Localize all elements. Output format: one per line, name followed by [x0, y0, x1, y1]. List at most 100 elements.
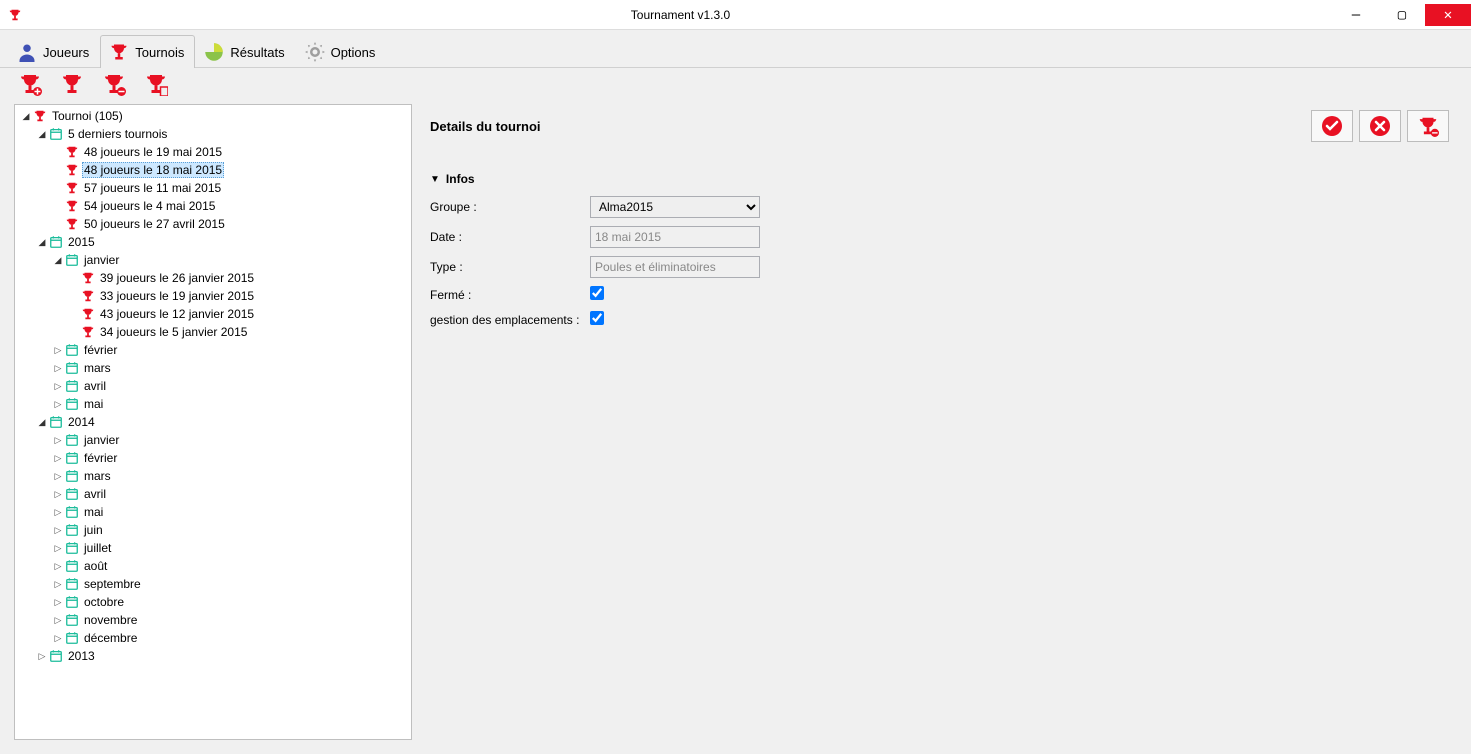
- ferme-checkbox[interactable]: [590, 286, 604, 300]
- tab-resultats[interactable]: Résultats: [195, 35, 295, 68]
- tree-year-2013[interactable]: 2013: [17, 647, 409, 665]
- tree-root[interactable]: Tournoi (105): [17, 107, 409, 125]
- tree-month[interactable]: juin: [17, 521, 409, 539]
- expander-icon[interactable]: [35, 415, 49, 429]
- expander-icon[interactable]: [51, 253, 65, 267]
- expander-icon[interactable]: [51, 505, 65, 519]
- tree-tournament-item[interactable]: 54 joueurs le 4 mai 2015: [17, 197, 409, 215]
- tree-tournament-item[interactable]: 50 joueurs le 27 avril 2015: [17, 215, 409, 233]
- tree-month[interactable]: octobre: [17, 593, 409, 611]
- tree-month[interactable]: mai: [17, 503, 409, 521]
- expander-icon[interactable]: [51, 361, 65, 375]
- expander-icon[interactable]: [51, 523, 65, 537]
- tree-month[interactable]: août: [17, 557, 409, 575]
- tree-month[interactable]: avril: [17, 377, 409, 395]
- minimize-button[interactable]: —: [1333, 4, 1379, 26]
- tree-month-label: février: [82, 451, 119, 465]
- tree-month[interactable]: mars: [17, 359, 409, 377]
- calendar-icon: [65, 379, 79, 393]
- tab-resultats-label: Résultats: [230, 45, 284, 60]
- tree-month[interactable]: février: [17, 341, 409, 359]
- tree-tournament-item[interactable]: 34 joueurs le 5 janvier 2015: [17, 323, 409, 341]
- add-tournament-button[interactable]: [18, 72, 42, 96]
- expander-icon[interactable]: [51, 433, 65, 447]
- details-title: Details du tournoi: [430, 119, 1311, 134]
- tree-year-2014[interactable]: 2014: [17, 413, 409, 431]
- tree-tournament-item[interactable]: 48 joueurs le 18 mai 2015: [17, 161, 409, 179]
- confirm-button[interactable]: [1311, 110, 1353, 142]
- expander-icon[interactable]: [51, 631, 65, 645]
- tab-options[interactable]: Options: [296, 35, 387, 68]
- date-label: Date :: [430, 230, 590, 244]
- tree-year-2015[interactable]: 2015: [17, 233, 409, 251]
- tree-tournament-item[interactable]: 33 joueurs le 19 janvier 2015: [17, 287, 409, 305]
- tree-month[interactable]: janvier: [17, 431, 409, 449]
- tree-year-label: 2013: [66, 649, 97, 663]
- calendar-icon: [65, 541, 79, 555]
- tree-month-label: mars: [82, 469, 113, 483]
- calendar-icon: [49, 415, 63, 429]
- expander-icon[interactable]: [51, 613, 65, 627]
- tree-item-label: 50 joueurs le 27 avril 2015: [82, 217, 227, 231]
- expander-icon[interactable]: [35, 127, 49, 141]
- tree-item-label: 39 joueurs le 26 janvier 2015: [98, 271, 256, 285]
- remove-tournament-button[interactable]: [1407, 110, 1449, 142]
- date-field: [590, 226, 760, 248]
- expander-icon[interactable]: [51, 379, 65, 393]
- tree-month-label: mai: [82, 505, 105, 519]
- groupe-select[interactable]: Alma2015: [590, 196, 760, 218]
- tree-tournament-item[interactable]: 48 joueurs le 19 mai 2015: [17, 143, 409, 161]
- expander-icon[interactable]: [51, 469, 65, 483]
- tree-month-janvier[interactable]: janvier: [17, 251, 409, 269]
- infos-section-label: Infos: [446, 172, 475, 186]
- expander-icon[interactable]: [51, 595, 65, 609]
- tree-month[interactable]: avril: [17, 485, 409, 503]
- calendar-icon: [65, 253, 79, 267]
- expander-icon[interactable]: [35, 649, 49, 663]
- expander-icon[interactable]: [51, 397, 65, 411]
- infos-section-header[interactable]: ▼ Infos: [430, 172, 1449, 186]
- close-button[interactable]: ✕: [1425, 4, 1471, 26]
- tree-month-label: juillet: [82, 541, 113, 555]
- expander-icon[interactable]: [35, 235, 49, 249]
- tree-month-label: décembre: [82, 631, 139, 645]
- tree-month-label: avril: [82, 487, 108, 501]
- titlebar: Tournament v1.3.0 — ▢ ✕: [0, 0, 1471, 30]
- tree-item-label: 33 joueurs le 19 janvier 2015: [98, 289, 256, 303]
- tree-tournament-item[interactable]: 39 joueurs le 26 janvier 2015: [17, 269, 409, 287]
- calendar-icon: [65, 343, 79, 357]
- tournament-tree[interactable]: Tournoi (105) 5 derniers tournois 48 jou…: [14, 104, 412, 740]
- tree-month[interactable]: mai: [17, 395, 409, 413]
- calendar-icon: [49, 235, 63, 249]
- delete-tournament-button[interactable]: [102, 72, 126, 96]
- tree-month-label: avril: [82, 379, 108, 393]
- tab-tournois[interactable]: Tournois: [100, 35, 195, 68]
- expander-icon[interactable]: [51, 541, 65, 555]
- tree-month[interactable]: décembre: [17, 629, 409, 647]
- tree-month-label: septembre: [82, 577, 143, 591]
- tree-month[interactable]: juillet: [17, 539, 409, 557]
- tree-month[interactable]: septembre: [17, 575, 409, 593]
- tree-recent[interactable]: 5 derniers tournois: [17, 125, 409, 143]
- edit-tournament-button[interactable]: [60, 72, 84, 96]
- tree-month[interactable]: mars: [17, 467, 409, 485]
- trophy-icon: [65, 217, 79, 231]
- tree-tournament-item[interactable]: 57 joueurs le 11 mai 2015: [17, 179, 409, 197]
- tab-joueurs[interactable]: Joueurs: [8, 35, 100, 68]
- expander-icon[interactable]: [51, 343, 65, 357]
- tree-month-label: mars: [82, 361, 113, 375]
- expander-icon[interactable]: [51, 559, 65, 573]
- expander-icon[interactable]: [51, 577, 65, 591]
- tree-month[interactable]: novembre: [17, 611, 409, 629]
- expander-icon[interactable]: [51, 487, 65, 501]
- calendar-icon: [65, 505, 79, 519]
- expander-icon[interactable]: [19, 109, 33, 123]
- cancel-button[interactable]: [1359, 110, 1401, 142]
- expander-icon[interactable]: [51, 451, 65, 465]
- tree-year-label: 2015: [66, 235, 97, 249]
- tree-tournament-item[interactable]: 43 joueurs le 12 janvier 2015: [17, 305, 409, 323]
- export-tournament-button[interactable]: [144, 72, 168, 96]
- tree-month[interactable]: février: [17, 449, 409, 467]
- emplacements-checkbox[interactable]: [590, 311, 604, 325]
- maximize-button[interactable]: ▢: [1379, 4, 1425, 26]
